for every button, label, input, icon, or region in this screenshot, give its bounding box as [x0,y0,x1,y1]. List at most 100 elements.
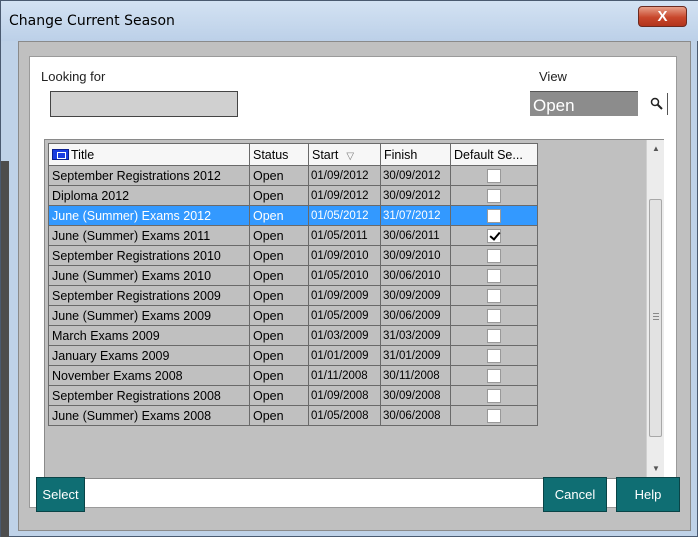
cell-default [450,265,538,286]
cell-finish: 30/09/2010 [380,245,451,266]
table-row[interactable]: June (Summer) Exams 2009 Open 01/05/2009 30… [48,305,538,326]
scroll-up-icon[interactable]: ▲ [647,140,665,158]
table-row[interactable]: September Registrations 2008 Open 01/09/20… [48,385,538,406]
table-row[interactable]: January Exams 2009 Open 01/01/2009 31/01/20… [48,345,538,366]
looking-for-label: Looking for [41,69,106,84]
column-header-start[interactable]: Start ▽ [308,143,381,166]
cell-status: Open [249,265,309,286]
dialog-body: Looking for View Open Title Status Start… [18,41,691,531]
close-icon: X [657,8,668,25]
view-select[interactable]: Open [530,91,638,116]
table-row[interactable]: September Registrations 2009 Open 01/09/20… [48,285,538,306]
cell-default [450,345,538,366]
cell-title: March Exams 2009 [48,325,250,346]
table-row[interactable]: November Exams 2008 Open 01/11/2008 30/11/2… [48,365,538,386]
default-checkbox[interactable] [487,408,501,423]
cell-start: 01/09/2012 [308,185,381,206]
grip-icon [653,313,659,320]
cell-default [450,245,538,266]
default-checkbox[interactable] [487,368,501,383]
cell-status: Open [249,325,309,346]
cell-status: Open [249,225,309,246]
cell-default [450,285,538,306]
cell-finish: 30/06/2009 [380,305,451,326]
cell-finish: 30/06/2010 [380,265,451,286]
table-row[interactable]: June (Summer) Exams 2010 Open 01/05/2010 30… [48,265,538,286]
cell-default [450,185,538,206]
table-row[interactable]: June (Summer) Exams 2012 Open 01/05/2012 31… [48,205,538,226]
cell-title: June (Summer) Exams 2011 [48,225,250,246]
scroll-down-icon[interactable]: ▼ [647,460,665,478]
select-button[interactable]: Select [36,477,85,512]
cell-start: 01/11/2008 [308,365,381,386]
table-row[interactable]: June (Summer) Exams 2011 Open 01/05/2011 30… [48,225,538,246]
cell-status: Open [249,385,309,406]
cell-finish: 31/01/2009 [380,345,451,366]
table-body: September Registrations 2012 Open 01/09/20… [48,165,538,426]
cell-start: 01/09/2009 [308,285,381,306]
close-button[interactable]: X [638,6,687,27]
cell-finish: 30/11/2008 [380,365,451,386]
default-checkbox[interactable] [487,168,501,183]
header-row: Title Status Start ▽ Finish Default Se... [48,143,538,166]
table-row[interactable]: Diploma 2012 Open 01/09/2012 30/09/2012 [48,185,538,206]
cell-start: 01/05/2011 [308,225,381,246]
default-checkbox[interactable] [487,348,501,363]
cell-status: Open [249,165,309,186]
default-checkbox[interactable] [487,268,501,283]
column-header-default[interactable]: Default Se... [450,143,538,166]
default-checkbox[interactable] [487,288,501,303]
help-button[interactable]: Help [616,477,680,512]
cell-finish: 30/09/2012 [380,185,451,206]
default-checkbox[interactable] [487,388,501,403]
cell-start: 01/05/2009 [308,305,381,326]
default-checkbox-checked[interactable] [487,228,501,243]
sort-descending-icon: ▽ [346,150,355,162]
seasons-table: Title Status Start ▽ Finish Default Se...… [48,143,538,426]
cell-title: September Registrations 2010 [48,245,250,266]
table-row[interactable]: September Registrations 2010 Open 01/09/20… [48,245,538,266]
cell-title: Diploma 2012 [48,185,250,206]
cell-start: 01/03/2009 [308,325,381,346]
looking-for-input[interactable] [50,91,238,117]
cell-start: 01/01/2009 [308,345,381,366]
cell-default [450,305,538,326]
column-header-finish[interactable]: Finish [380,143,451,166]
search-panel: Looking for View Open Title Status Start… [29,56,677,508]
cell-title: June (Summer) Exams 2009 [48,305,250,326]
cell-status: Open [249,405,309,426]
cell-default [450,325,538,346]
default-checkbox[interactable] [487,248,501,263]
scroll-thumb[interactable] [649,199,662,437]
view-search-button[interactable] [646,93,668,115]
view-label: View [539,69,567,84]
seasons-grid[interactable]: Title Status Start ▽ Finish Default Se...… [44,139,664,479]
dialog-window: Change Current Season X Looking for View… [0,0,698,537]
cell-title: September Registrations 2009 [48,285,250,306]
cell-finish: 30/06/2011 [380,225,451,246]
cell-status: Open [249,245,309,266]
cell-finish: 31/07/2012 [380,205,451,226]
cell-finish: 30/06/2008 [380,405,451,426]
default-checkbox[interactable] [487,188,501,203]
cancel-button[interactable]: Cancel [543,477,607,512]
magnifier-icon [650,97,663,110]
column-header-title[interactable]: Title [48,143,250,166]
table-row[interactable]: June (Summer) Exams 2008 Open 01/05/2008 30… [48,405,538,426]
default-checkbox[interactable] [487,208,501,223]
cell-finish: 30/09/2009 [380,285,451,306]
column-header-status[interactable]: Status [249,143,309,166]
cell-title: January Exams 2009 [48,345,250,366]
default-checkbox[interactable] [487,308,501,323]
cell-title: June (Summer) Exams 2008 [48,405,250,426]
title-bar[interactable]: Change Current Season X [1,1,698,41]
vertical-scrollbar[interactable]: ▲ ▼ [646,140,664,478]
cell-finish: 30/09/2012 [380,165,451,186]
cell-status: Open [249,185,309,206]
default-checkbox[interactable] [487,328,501,343]
cell-start: 01/05/2012 [308,205,381,226]
cell-start: 01/05/2010 [308,265,381,286]
cell-status: Open [249,305,309,326]
table-row[interactable]: September Registrations 2012 Open 01/09/20… [48,165,538,186]
table-row[interactable]: March Exams 2009 Open 01/03/2009 31/03/2009 [48,325,538,346]
